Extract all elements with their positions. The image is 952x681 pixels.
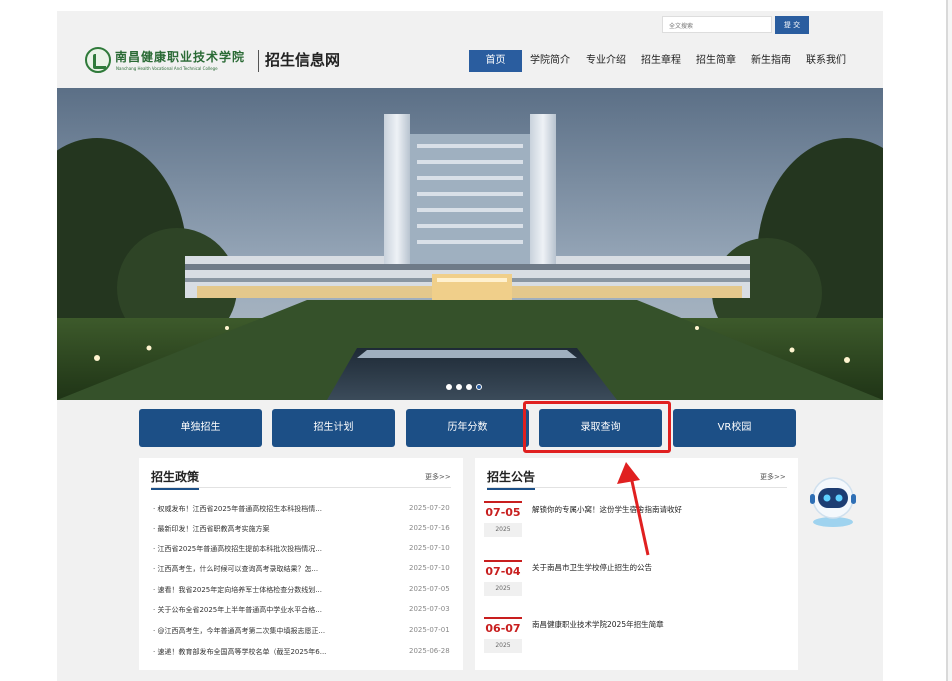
policy-item[interactable]: · 江西省2025年普通高校招生提前本科批次投档情况... <box>153 544 322 556</box>
campus-banner[interactable] <box>57 88 883 400</box>
college-emblem-icon <box>85 47 111 73</box>
nav-home[interactable]: 首页 <box>469 50 522 72</box>
notice-date-badge: 06-07 2025 <box>484 617 522 653</box>
carousel-dot-active[interactable] <box>476 384 482 390</box>
policy-item-date: 2025-07-03 <box>409 605 450 613</box>
notice-date-year: 2025 <box>495 642 511 649</box>
policy-more-link[interactable]: 更多>> <box>425 472 451 482</box>
policy-item-date: 2025-07-10 <box>409 564 450 572</box>
site-name: 招生信息网 <box>265 51 341 69</box>
nav-freshman-guide[interactable]: 新生指南 <box>751 50 791 72</box>
quick-link-independent-enrollment[interactable]: 单独招生 <box>139 409 262 447</box>
college-name-en: Nanchang Health Vocational And Technical… <box>116 66 218 71</box>
notice-divider <box>487 487 787 488</box>
policy-item-date: 2025-07-10 <box>409 544 450 552</box>
policy-item[interactable]: · @江西高考生，今年普通高考第二次集中填报志愿正... <box>153 626 325 638</box>
policy-item[interactable]: · 速看！我省2025年定向培养军士体格检查分数线划... <box>153 585 322 597</box>
notice-item-title[interactable]: 南昌健康职业技术学院2025年招生简章 <box>532 619 664 630</box>
college-name-cn: 南昌健康职业技术学院 <box>115 50 246 64</box>
policy-item-date: 2025-07-20 <box>409 504 450 512</box>
campus-building-image <box>57 88 883 400</box>
notice-date-year: 2025 <box>495 585 511 592</box>
college-logo[interactable]: 南昌健康职业技术学院 Nanchang Health Vocational An… <box>85 47 355 81</box>
search-submit-button[interactable]: 提 交 <box>775 16 809 34</box>
policy-item[interactable]: · 关于公布全省2025年上半年普通高中学业水平合格... <box>153 605 322 617</box>
policy-item[interactable]: · 速递！教育部发布全国高等学校名单（截至2025年6... <box>153 647 326 659</box>
notice-date-badge: 07-04 2025 <box>484 560 522 596</box>
policy-panel: 招生政策 更多>> · 权威发布！江西省2025年普通高校招生本科投档情... … <box>139 458 463 670</box>
search-input[interactable] <box>662 16 772 33</box>
policy-item[interactable]: · 最新印发！江西省职教高考实施方案 <box>153 524 269 536</box>
annotation-highlight-box <box>523 401 671 453</box>
nav-about[interactable]: 学院简介 <box>530 50 570 72</box>
nav-contact[interactable]: 联系我们 <box>806 50 846 72</box>
policy-item[interactable]: · 江西高考生，什么时候可以查询高考录取结果？怎... <box>153 564 318 576</box>
carousel-dot[interactable] <box>466 384 472 390</box>
notice-date-md: 07-04 <box>484 562 522 582</box>
carousel-dot[interactable] <box>456 384 462 390</box>
nav-majors[interactable]: 专业介绍 <box>586 50 626 72</box>
notice-date-md: 07-05 <box>484 503 522 523</box>
logo-divider <box>258 50 259 72</box>
nav-charter[interactable]: 招生章程 <box>641 50 681 72</box>
notice-panel: 招生公告 更多>> 07-05 2025 解锁你的专属小窝！这份学生宿舍指南请收… <box>475 458 798 670</box>
notice-item-title[interactable]: 关于南昌市卫生学校停止招生的公告 <box>532 562 652 573</box>
chatbot-robot-icon[interactable] <box>804 472 862 530</box>
policy-item-date: 2025-07-01 <box>409 626 450 634</box>
policy-item-date: 2025-06-28 <box>409 647 450 655</box>
policy-item-date: 2025-07-16 <box>409 524 450 532</box>
notice-date-year: 2025 <box>495 526 511 533</box>
nav-brochure[interactable]: 招生简章 <box>696 50 736 72</box>
notice-item-title[interactable]: 解锁你的专属小窝！这份学生宿舍指南请收好 <box>532 504 682 515</box>
page-container: 提 交 南昌健康职业技术学院 Nanchang Health Vocationa… <box>57 11 883 681</box>
policy-item-date: 2025-07-05 <box>409 585 450 593</box>
notice-more-link[interactable]: 更多>> <box>760 472 786 482</box>
window-edge-shadow <box>948 0 952 681</box>
policy-divider <box>151 487 451 488</box>
carousel-dot[interactable] <box>446 384 452 390</box>
policy-item[interactable]: · 权威发布！江西省2025年普通高校招生本科投档情... <box>153 504 322 516</box>
quick-link-vr-campus[interactable]: VR校园 <box>673 409 796 447</box>
notice-date-badge: 07-05 2025 <box>484 501 522 537</box>
quick-link-historical-scores[interactable]: 历年分数 <box>406 409 529 447</box>
quick-link-enrollment-plan[interactable]: 招生计划 <box>272 409 395 447</box>
notice-date-md: 06-07 <box>484 619 522 639</box>
